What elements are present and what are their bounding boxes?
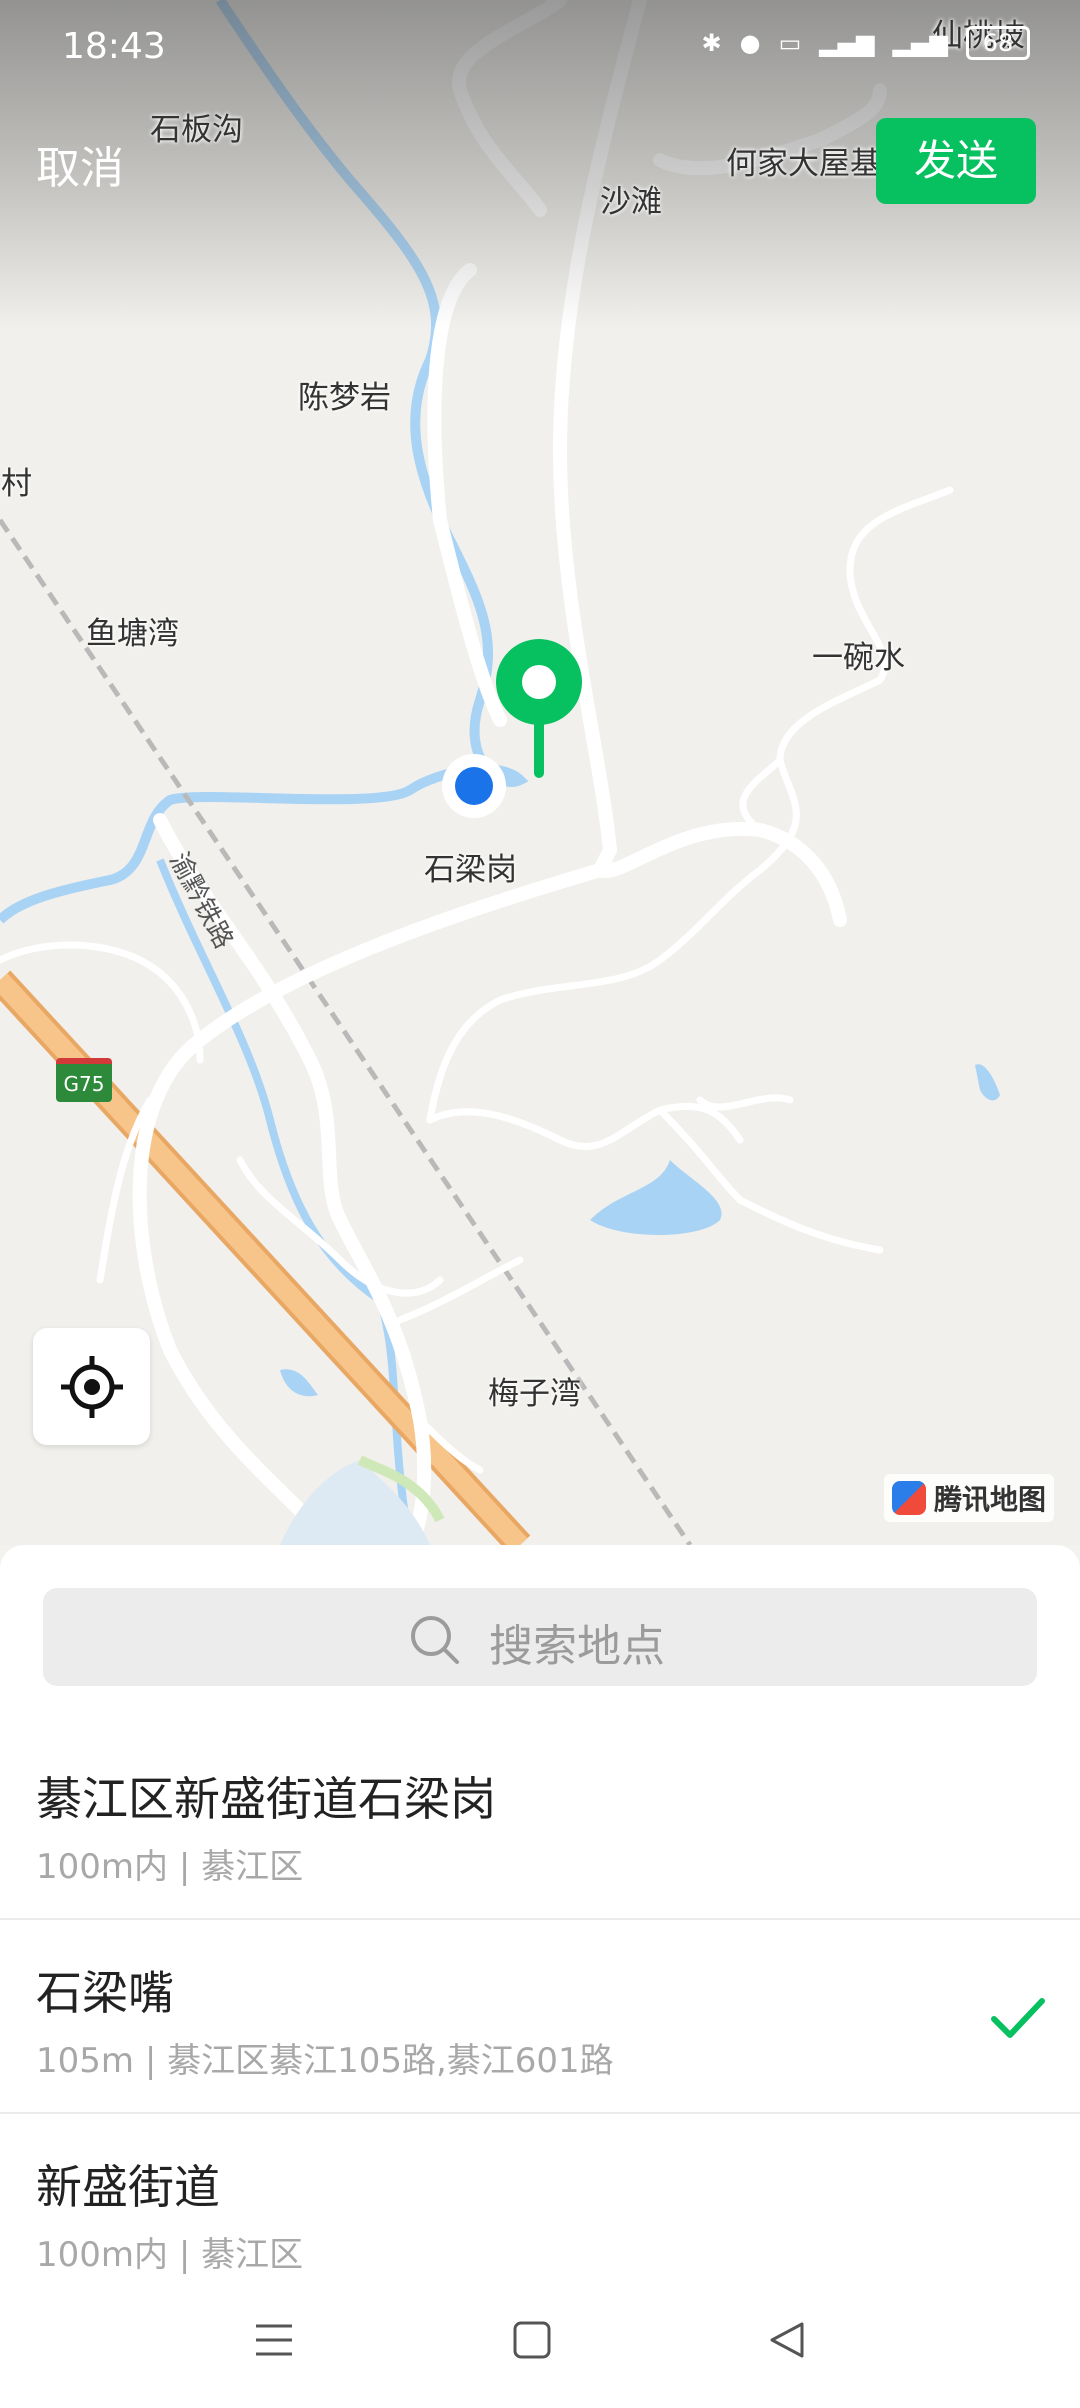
status-icons: ✱ ● ▭ ▂▄▆ ▂▄▆ 68 <box>701 26 1030 60</box>
list-item[interactable]: 新盛街道 100m内 | 綦江区 <box>0 2113 1080 2306</box>
send-button[interactable]: 发送 <box>876 118 1036 204</box>
map-provider-label: 腾讯地图 <box>934 1483 1047 1516</box>
result-subtitle: 100m内 | 綦江区 <box>36 2235 304 2275</box>
map-label: 石梁岗 <box>424 852 517 888</box>
menu-icon[interactable] <box>254 2320 294 2360</box>
signal-4g-icon: ▂▄▆ <box>892 29 948 57</box>
map-view[interactable]: 石板沟 沙滩 何家大屋基 仙桃坡 陈梦岩 星村 鱼塘湾 一碗水 石梁岗 梅子湾 … <box>0 0 1080 1545</box>
cancel-button[interactable]: 取消 <box>36 132 124 196</box>
map-label: 沙滩 <box>600 184 662 220</box>
result-title: 新盛街道 <box>36 2160 220 2214</box>
status-time: 18:43 <box>62 26 166 67</box>
highway-badge: G75 <box>56 1058 112 1102</box>
search-placeholder: 搜索地点 <box>489 1621 665 1672</box>
search-icon <box>411 1616 459 1664</box>
location-icon: ● <box>739 29 761 57</box>
signal-4g-icon: ▂▄▆ <box>819 29 875 57</box>
status-bar: 18:43 ✱ ● ▭ ▂▄▆ ▂▄▆ 68 <box>0 0 1080 96</box>
crosshair-icon <box>61 1356 123 1418</box>
location-pin-icon[interactable] <box>494 636 588 782</box>
location-sheet: 搜索地点 綦江区新盛街道石梁岗 100m内 | 綦江区 石梁嘴 105m | 綦… <box>0 1545 1080 2408</box>
result-subtitle: 100m内 | 綦江区 <box>36 1847 304 1887</box>
result-title: 綦江区新盛街道石梁岗 <box>36 1772 496 1826</box>
map-label: 陈梦岩 <box>298 380 391 416</box>
back-icon[interactable] <box>768 2320 808 2360</box>
result-title: 石梁嘴 <box>36 1966 174 2020</box>
checkmark-icon <box>991 1998 1045 2038</box>
tencent-map-icon <box>892 1481 926 1515</box>
home-icon[interactable] <box>512 2320 552 2360</box>
search-input[interactable]: 搜索地点 <box>43 1588 1037 1686</box>
bluetooth-icon: ✱ <box>701 29 722 57</box>
map-label: 一碗水 <box>812 640 905 676</box>
hd-icon: ▭ <box>778 29 802 57</box>
map-label: 何家大屋基 <box>726 146 881 182</box>
map-label: 石板沟 <box>150 112 243 148</box>
map-label: 梅子湾 <box>488 1376 581 1412</box>
locate-me-button[interactable] <box>33 1328 150 1445</box>
system-nav-bar <box>0 2280 1080 2408</box>
battery-level: 68 <box>982 29 1014 57</box>
battery-icon: 68 <box>966 26 1030 60</box>
tencent-map-logo: 腾讯地图 <box>884 1474 1055 1522</box>
list-item[interactable]: 石梁嘴 105m | 綦江区綦江105路,綦江601路 <box>0 1919 1080 2114</box>
map-label: 星村 <box>0 466 32 502</box>
list-item[interactable]: 綦江区新盛街道石梁岗 100m内 | 綦江区 <box>0 1725 1080 1920</box>
map-label: 鱼塘湾 <box>86 616 179 652</box>
result-subtitle: 105m | 綦江区綦江105路,綦江601路 <box>36 2041 614 2081</box>
